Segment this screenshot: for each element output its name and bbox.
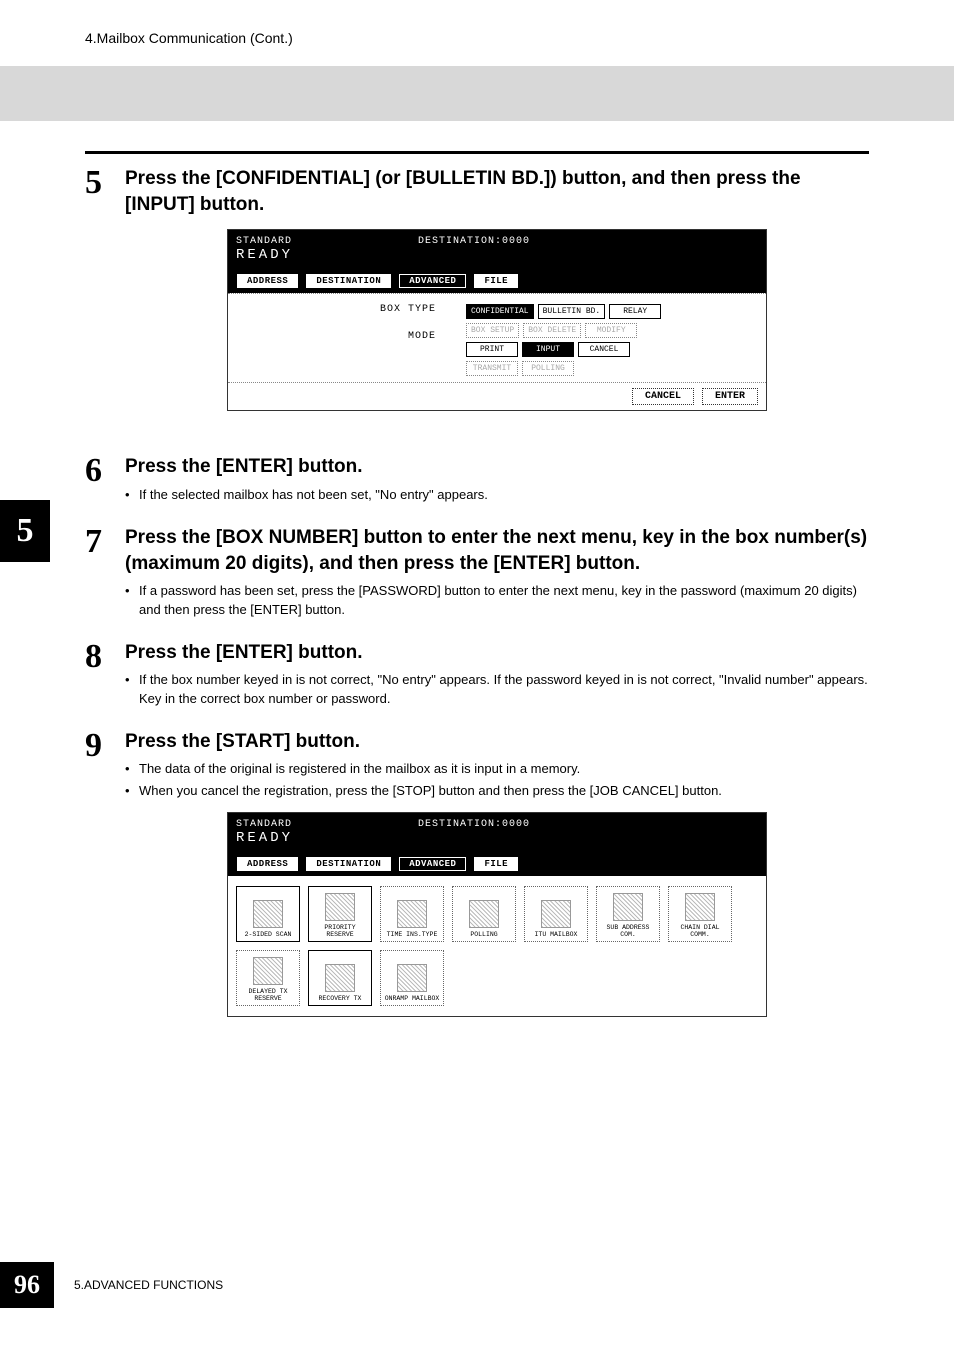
status-ready: READY xyxy=(236,247,293,263)
tab-advanced[interactable]: ADVANCED xyxy=(398,273,467,289)
tab-advanced[interactable]: ADVANCED xyxy=(398,856,467,872)
chain-icon xyxy=(685,893,715,921)
tab-file[interactable]: FILE xyxy=(473,856,519,872)
status-bar: STANDARD READY DESTINATION:0000 xyxy=(228,230,766,269)
step-bullet: If a password has been set, press the [P… xyxy=(125,582,869,618)
horizontal-rule xyxy=(85,151,869,154)
step-6: 6 Press the [ENTER] button. If the selec… xyxy=(85,454,869,507)
screen-footer: CANCEL ENTER xyxy=(228,382,766,410)
footer-text: 5.ADVANCED FUNCTIONS xyxy=(74,1278,223,1292)
page-number: 96 xyxy=(0,1262,54,1308)
btn-input[interactable]: INPUT xyxy=(522,342,574,357)
device-screen-2: STANDARD READY DESTINATION:0000 ADDRESS … xyxy=(227,812,767,1017)
step-bullet: If the selected mailbox has not been set… xyxy=(125,486,869,504)
onramp-icon xyxy=(397,964,427,992)
footer-enter[interactable]: ENTER xyxy=(702,388,758,405)
label-box-type: BOX TYPE xyxy=(236,304,436,315)
btn-box-setup[interactable]: BOX SETUP xyxy=(466,323,519,338)
step-bullet: When you cancel the registration, press … xyxy=(125,782,869,800)
clock-icon xyxy=(253,957,283,985)
btn-box-delete[interactable]: BOX DELETE xyxy=(523,323,581,338)
step-number: 5 xyxy=(85,166,125,436)
adv-delayed-tx: DELAYED TX RESERVE xyxy=(236,950,300,1006)
status-standard: STANDARD xyxy=(236,236,293,247)
btn-relay[interactable]: RELAY xyxy=(609,304,661,319)
status-ready: READY xyxy=(236,830,293,846)
advanced-grid: 2-SIDED SCAN PRIORITY RESERVE TIME INS.T… xyxy=(228,876,766,1016)
step-heading: Press the [ENTER] button. xyxy=(125,454,869,480)
tab-address[interactable]: ADDRESS xyxy=(236,856,299,872)
tab-file[interactable]: FILE xyxy=(473,273,519,289)
step-number: 8 xyxy=(85,640,125,711)
step-9: 9 Press the [START] button. The data of … xyxy=(85,729,869,1042)
btn-bulletin[interactable]: BULLETIN BD. xyxy=(538,304,606,319)
adv-priority: PRIORITY RESERVE xyxy=(308,886,372,942)
tab-destination[interactable]: DESTINATION xyxy=(305,856,392,872)
adv-time-ins: TIME INS.TYPE xyxy=(380,886,444,942)
step-number: 9 xyxy=(85,729,125,1042)
destination-label: DESTINATION:0000 xyxy=(418,236,530,247)
status-bar: STANDARD READY DESTINATION:0000 xyxy=(228,813,766,852)
content-area: 5 Press the [CONFIDENTIAL] (or [BULLETIN… xyxy=(0,121,954,1042)
adv-recovery-tx: RECOVERY TX xyxy=(308,950,372,1006)
adv-polling: POLLING xyxy=(452,886,516,942)
adv-sub-address: SUB ADDRESS COM. xyxy=(596,886,660,942)
page-footer: 96 5.ADVANCED FUNCTIONS xyxy=(0,1262,223,1308)
tab-destination[interactable]: DESTINATION xyxy=(305,273,392,289)
polling-icon xyxy=(469,900,499,928)
priority-icon xyxy=(325,893,355,921)
chapter-side-tab: 5 xyxy=(0,500,50,562)
tabs-row: ADDRESS DESTINATION ADVANCED FILE xyxy=(228,269,766,293)
step-bullet: If the box number keyed in is not correc… xyxy=(125,671,869,707)
tab-address[interactable]: ADDRESS xyxy=(236,273,299,289)
label-mode: MODE xyxy=(236,331,436,342)
adv-onramp: ONRAMP MAILBOX xyxy=(380,950,444,1006)
destination-label: DESTINATION:0000 xyxy=(418,819,530,830)
time-icon xyxy=(397,900,427,928)
mailbox-icon xyxy=(541,900,571,928)
subaddr-icon xyxy=(613,893,643,921)
step-number: 7 xyxy=(85,525,125,622)
step-number: 6 xyxy=(85,454,125,507)
screen-body: BOX TYPE MODE CONFIDENTIAL BULLETIN BD. … xyxy=(228,293,766,382)
step-heading: Press the [CONFIDENTIAL] (or [BULLETIN B… xyxy=(125,166,869,217)
step-8: 8 Press the [ENTER] button. If the box n… xyxy=(85,640,869,711)
step-heading: Press the [BOX NUMBER] button to enter t… xyxy=(125,525,869,576)
tabs-row: ADDRESS DESTINATION ADVANCED FILE xyxy=(228,852,766,876)
breadcrumb-text: 4.Mailbox Communication (Cont.) xyxy=(85,30,293,46)
step-bullet: The data of the original is registered i… xyxy=(125,760,869,778)
adv-itu-mailbox: ITU MAILBOX xyxy=(524,886,588,942)
page-header: 4.Mailbox Communication (Cont.) xyxy=(0,0,954,66)
step-5: 5 Press the [CONFIDENTIAL] (or [BULLETIN… xyxy=(85,166,869,436)
adv-2sided: 2-SIDED SCAN xyxy=(236,886,300,942)
step-heading: Press the [ENTER] button. xyxy=(125,640,869,666)
btn-polling[interactable]: POLLING xyxy=(522,361,574,376)
footer-cancel[interactable]: CANCEL xyxy=(632,388,694,405)
btn-cancel[interactable]: CANCEL xyxy=(578,342,630,357)
btn-transmit[interactable]: TRANSMIT xyxy=(466,361,518,376)
btn-confidential[interactable]: CONFIDENTIAL xyxy=(466,304,534,319)
device-screen-1: STANDARD READY DESTINATION:0000 ADDRESS … xyxy=(227,229,767,411)
step-7: 7 Press the [BOX NUMBER] button to enter… xyxy=(85,525,869,622)
btn-print[interactable]: PRINT xyxy=(466,342,518,357)
scan-icon xyxy=(253,900,283,928)
step-heading: Press the [START] button. xyxy=(125,729,869,755)
btn-modify[interactable]: MODIFY xyxy=(585,323,637,338)
adv-chain-dial: CHAIN DIAL COMM. xyxy=(668,886,732,942)
recovery-icon xyxy=(325,964,355,992)
chapter-number: 5 xyxy=(17,512,34,550)
gray-band xyxy=(0,66,954,121)
status-standard: STANDARD xyxy=(236,819,293,830)
